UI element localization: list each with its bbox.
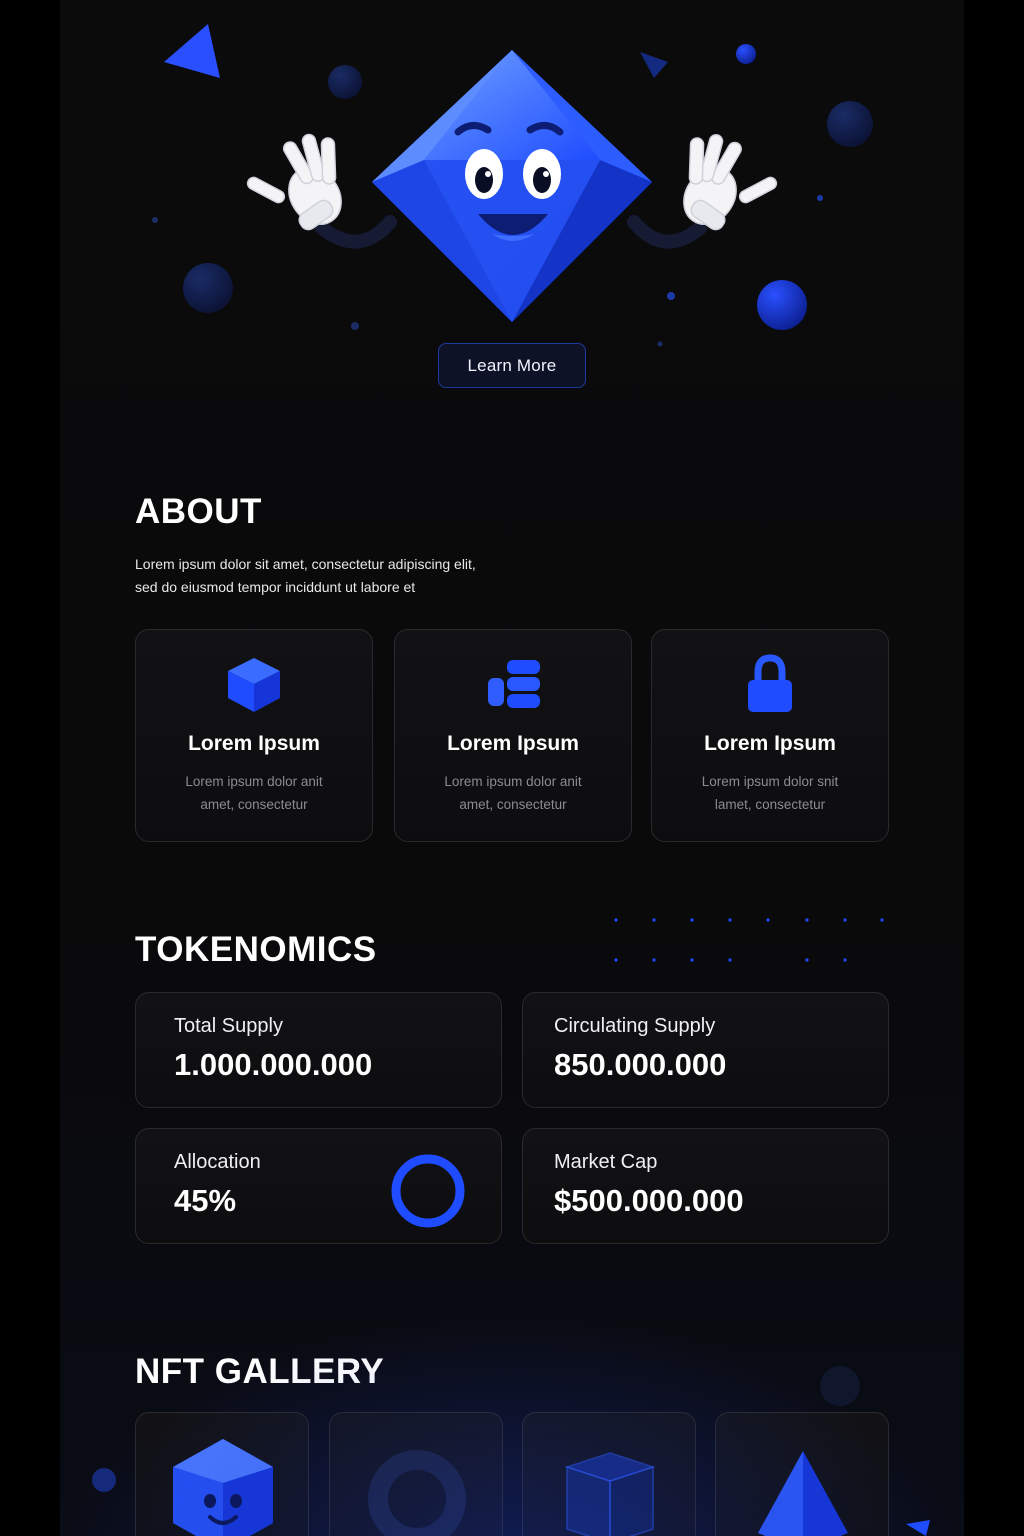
stat-value: 45% bbox=[174, 1183, 237, 1218]
learn-more-button[interactable]: Learn More bbox=[438, 343, 586, 388]
stat-label: Total Supply bbox=[174, 1015, 283, 1037]
feature-description: Lorem ipsum dolor anit amet, consectetur bbox=[425, 770, 601, 816]
page: Learn More ABOUT Lorem ipsum dolor sit a… bbox=[60, 0, 964, 1536]
floating-triangle bbox=[164, 24, 220, 78]
feature-description-line: Lorem ipsum dolor anit bbox=[444, 774, 582, 789]
feature-title: Lorem Ipsum bbox=[704, 732, 836, 755]
feature-card: Lorem Ipsum Lorem ipsum dolor anit amet,… bbox=[394, 629, 632, 842]
feature-description-line: Lorem ipsum dolor anit bbox=[185, 774, 323, 789]
diamond-face-nft-icon bbox=[173, 1439, 273, 1536]
decorative-dots bbox=[614, 918, 884, 962]
blocks-icon bbox=[488, 660, 540, 708]
left-glove bbox=[246, 133, 342, 231]
tokenomics-title: TOKENOMICS bbox=[135, 930, 377, 969]
about-text: Lorem ipsum dolor sit amet, consectetur … bbox=[135, 553, 555, 599]
feature-title: Lorem Ipsum bbox=[188, 732, 320, 755]
glass-cube-nft-icon bbox=[564, 1452, 656, 1536]
stat-label: Circulating Supply bbox=[554, 1015, 716, 1037]
nft-card[interactable] bbox=[329, 1412, 503, 1536]
stat-card-circulating-supply: Circulating Supply 850.000.000 bbox=[522, 992, 889, 1108]
nft-card[interactable] bbox=[135, 1412, 309, 1536]
stat-value: $500.000.000 bbox=[554, 1183, 744, 1218]
diamond-body bbox=[372, 50, 652, 322]
feature-description-line: amet, consectetur bbox=[459, 797, 567, 812]
nft-gallery-title: NFT GALLERY bbox=[135, 1352, 385, 1391]
floating-orb bbox=[820, 1366, 860, 1406]
about-text-line: Lorem ipsum dolor sit amet, consectetur … bbox=[135, 556, 476, 572]
feature-card: Lorem Ipsum Lorem ipsum dolor snit lamet… bbox=[651, 629, 889, 842]
feature-description: Lorem ipsum dolor snit lamet, consectetu… bbox=[682, 770, 858, 816]
nft-card[interactable] bbox=[715, 1412, 889, 1536]
floating-orb bbox=[92, 1468, 116, 1492]
cube-icon bbox=[228, 658, 280, 712]
stat-value: 850.000.000 bbox=[554, 1047, 727, 1082]
ring-nft-icon bbox=[368, 1450, 466, 1536]
about-title: ABOUT bbox=[135, 492, 262, 531]
floating-triangle bbox=[906, 1520, 930, 1536]
stat-card-allocation: Allocation 45% bbox=[135, 1128, 502, 1244]
feature-description-line: lamet, consectetur bbox=[714, 797, 826, 812]
feature-description: Lorem ipsum dolor anit amet, consectetur bbox=[166, 770, 342, 816]
about-text-line: sed do eiusmod tempor inciddunt ut labor… bbox=[135, 579, 416, 595]
feature-title: Lorem Ipsum bbox=[447, 732, 579, 755]
nft-card[interactable] bbox=[522, 1412, 696, 1536]
floating-orb-large bbox=[757, 280, 807, 330]
pyramid-nft-icon bbox=[758, 1451, 848, 1536]
stat-label: Allocation bbox=[174, 1151, 261, 1173]
right-glove bbox=[683, 133, 778, 231]
feature-description-line: amet, consectetur bbox=[200, 797, 308, 812]
stat-card-total-supply: Total Supply 1.000.000.000 bbox=[135, 992, 502, 1108]
allocation-ring-icon bbox=[391, 1154, 465, 1228]
floating-orb bbox=[736, 44, 756, 64]
feature-card: Lorem Ipsum Lorem ipsum dolor anit amet,… bbox=[135, 629, 373, 842]
lock-icon bbox=[748, 654, 792, 712]
hero-section: Learn More bbox=[60, 0, 964, 420]
feature-description-line: Lorem ipsum dolor snit bbox=[701, 774, 839, 789]
stat-card-market-cap: Market Cap $500.000.000 bbox=[522, 1128, 889, 1244]
stat-value: 1.000.000.000 bbox=[174, 1047, 373, 1082]
stat-label: Market Cap bbox=[554, 1151, 658, 1173]
